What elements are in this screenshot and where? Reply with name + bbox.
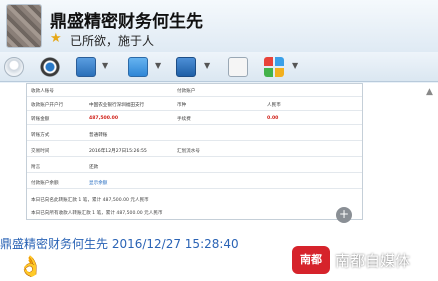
receipt-label: 收款人账号 <box>31 89 54 94</box>
receipt-label: 转账方式 <box>31 133 50 138</box>
chat-toolbar: ▼ ▼ ▼ ▼ <box>0 52 438 82</box>
fee-amount: 0.00 <box>267 116 279 121</box>
contact-name: 鼎盛精密财务何生先 <box>50 12 203 32</box>
watermark-logo: 南都 <box>292 246 330 274</box>
receipt-label: 手续费 <box>177 117 191 122</box>
new-chat-icon[interactable] <box>228 57 248 77</box>
receipt-label: 收款账户开户行 <box>31 103 64 108</box>
apps-icon[interactable] <box>264 57 284 77</box>
receipt-row: 转账方式 普通转账 <box>27 128 362 141</box>
chat-window-header: 鼎盛精密财务何生先 ★ 已所欲，施于人 <box>0 0 438 52</box>
chat-message-area[interactable]: 收款人账号 付款账户 收款账户开户行 中国农业银行深圳福田支行 币种 人民币 转… <box>0 83 438 281</box>
receipt-label: 付款账户余额 <box>31 181 59 186</box>
receipt-label: 交易时间 <box>31 149 50 154</box>
receipt-row: 收款人账号 付款账户 <box>27 84 362 97</box>
receipt-label: 汇划流水号 <box>177 149 200 154</box>
receipt-note: 本日已向所有收款人转账汇款 1 笔，累计 487,500.00 元人民币 <box>31 211 163 216</box>
chevron-down-icon[interactable]: ▼ <box>155 61 161 70</box>
receipt-row: 付款账户余额 显示余额 <box>27 176 362 189</box>
chevron-down-icon[interactable]: ▼ <box>292 61 298 70</box>
watermark-text: 南都自媒体 <box>335 252 411 270</box>
remote-desktop-icon[interactable] <box>176 57 196 77</box>
receipt-row: 转账金额 487,500.00 手续费 0.00 <box>27 112 362 125</box>
avatar[interactable] <box>6 4 42 48</box>
contact-signature: 已所欲，施于人 <box>70 34 155 48</box>
receipt-value: 还款 <box>89 165 99 170</box>
receipt-value: 中国农业银行深圳福田支行 <box>89 103 145 108</box>
receipt-value: 人民币 <box>267 103 281 108</box>
star-icon: ★ <box>50 31 62 46</box>
show-balance-link[interactable]: 显示余额 <box>89 180 107 186</box>
receipt-row: 交易时间 2016年12月27日15:26:55 汇划流水号 <box>27 144 362 157</box>
screen-share-icon[interactable] <box>76 57 96 77</box>
microphone-icon[interactable] <box>4 57 24 77</box>
receipt-label: 付款账户 <box>177 89 196 94</box>
receipt-value: 2016年12月27日15:26:55 <box>89 149 147 154</box>
chevron-down-icon[interactable]: ▼ <box>102 61 108 70</box>
receipt-label: 附言 <box>31 165 41 170</box>
transfer-amount: 487,500.00 <box>89 116 119 121</box>
receipt-label: 币种 <box>177 103 187 108</box>
chevron-down-icon[interactable]: ▼ <box>204 61 210 70</box>
receipt-value: 普通转账 <box>89 133 108 138</box>
receipt-row: 附言 还款 <box>27 160 362 173</box>
ok-hand-emoji-icon: 👌 <box>18 254 43 278</box>
receipt-row: 收款账户开户行 中国农业银行深圳福田支行 币种 人民币 <box>27 98 362 111</box>
message-sender-time: 鼎盛精密财务何生先 2016/12/27 15:28:40 <box>0 237 239 251</box>
zoom-in-icon[interactable]: + <box>336 207 352 223</box>
chevron-up-icon[interactable]: ▲ <box>426 87 433 97</box>
camera-icon[interactable] <box>40 57 60 77</box>
transfer-receipt-image[interactable]: 收款人账号 付款账户 收款账户开户行 中国农业银行深圳福田支行 币种 人民币 转… <box>26 83 363 220</box>
receipt-note: 本日已向名此转账汇款 1 笔，累计 487,500.00 元人民币 <box>31 198 149 203</box>
receipt-label: 转账金额 <box>31 117 50 122</box>
file-transfer-icon[interactable] <box>128 57 148 77</box>
